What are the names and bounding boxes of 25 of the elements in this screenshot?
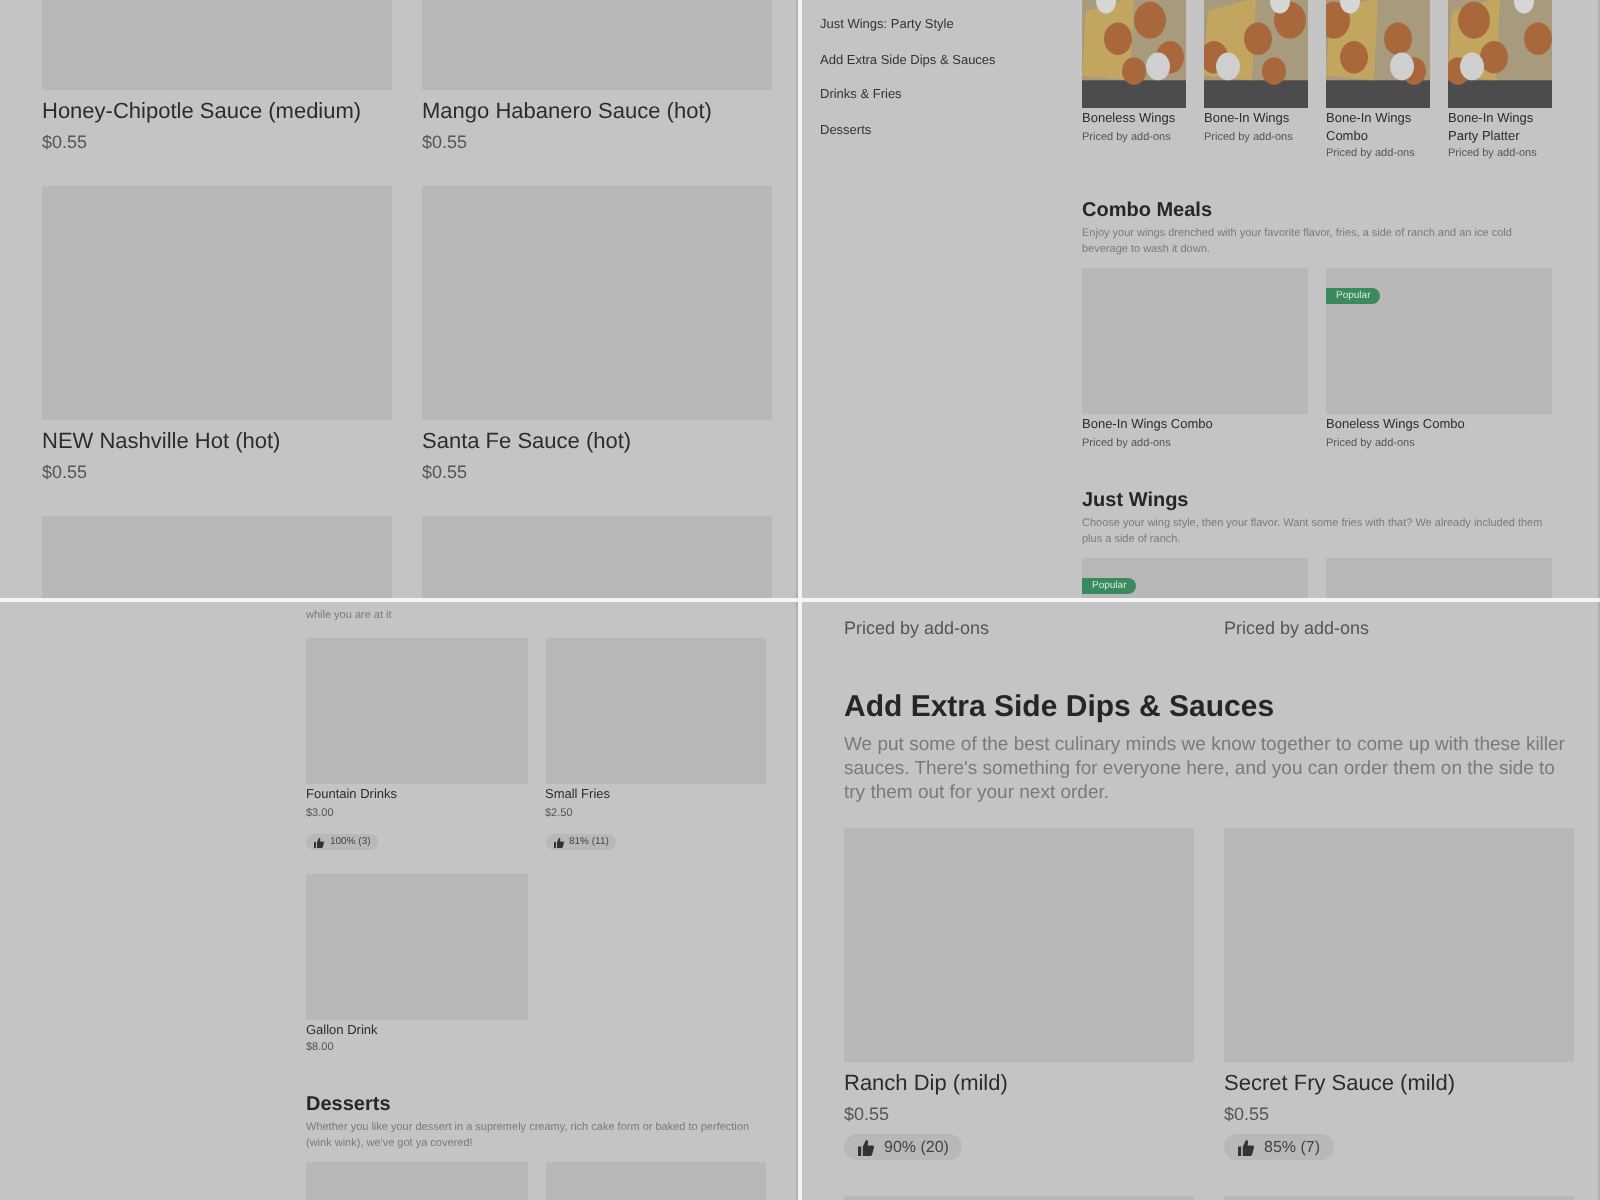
item-price: $0.55: [422, 130, 470, 156]
thumbs-up-icon: [314, 837, 324, 847]
item-name[interactable]: Honey-Chipotle Sauce (medium): [42, 98, 392, 126]
item-price: $0.55: [42, 460, 90, 486]
item-name[interactable]: NEW Nashville Hot (hot): [42, 428, 392, 456]
item-price: Priced by add-ons: [1224, 616, 1372, 642]
section-heading: Just Wings: [1082, 489, 1191, 511]
item-price: $0.55: [1224, 1102, 1272, 1128]
section-heading: Desserts: [306, 1094, 393, 1116]
item-price: $0.55: [844, 1102, 892, 1128]
thumbs-up-icon: [858, 1139, 874, 1155]
item-name[interactable]: Ranch Dip (mild): [844, 1070, 1194, 1098]
section-heading: Combo Meals: [1082, 200, 1215, 222]
thumbs-up-icon: [553, 837, 563, 847]
rating-pill: 85% (7): [1224, 1134, 1335, 1160]
item-price: $0.55: [42, 130, 90, 156]
rating-pill: 90% (20): [844, 1134, 963, 1160]
section-heading: Add Extra Side Dips & Sauces: [844, 690, 1277, 724]
item-name[interactable]: Mango Habanero Sauce (hot): [422, 98, 772, 126]
section-description: We put some of the best culinary minds we know together to come up with these killer sauces. There's something for everyone here, and you can order them on the side to try them out for your next order.: [844, 734, 1567, 806]
thumbs-up-icon: [1238, 1139, 1254, 1155]
item-name[interactable]: Santa Fe Sauce (hot): [422, 428, 772, 456]
item-price: $0.55: [422, 460, 470, 486]
item-price: Priced by add-ons: [844, 616, 992, 642]
item-name[interactable]: Secret Fry Sauce (mild): [1224, 1070, 1574, 1098]
